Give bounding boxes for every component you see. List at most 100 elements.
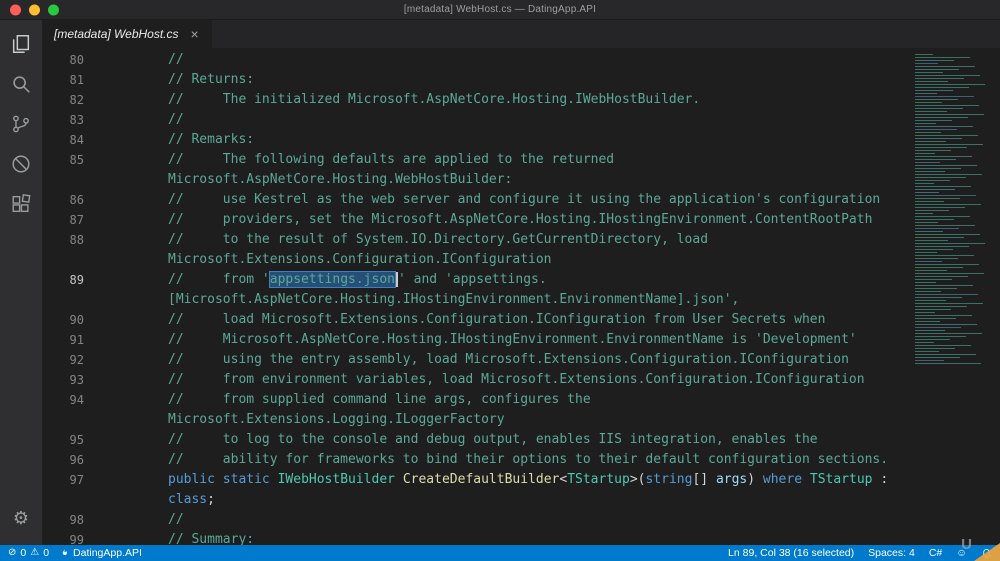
line-number[interactable]: 90 xyxy=(42,310,102,330)
code-row[interactable]: 86 // use Kestrel as the web server and c… xyxy=(42,190,905,210)
editor-area: 80 // 81 // Returns: 82 // The initialized Mi… xyxy=(42,48,1000,545)
problems-indicator[interactable]: ⊘ 0 ⚠ 0 xyxy=(8,547,49,559)
line-number[interactable]: 91 xyxy=(42,330,102,350)
code-line-text: // from 'appsettings.json ' and 'appsetti… xyxy=(168,272,547,287)
code-row[interactable]: [Microsoft.AspNetCore.Hosting.IHostingEn… xyxy=(42,290,905,310)
line-number[interactable]: 88 xyxy=(42,230,102,250)
code-row[interactable]: 98 // xyxy=(42,510,905,530)
line-number[interactable] xyxy=(42,410,102,430)
code-line-text: // use Kestrel as the web server and con… xyxy=(168,192,881,207)
tab-close-icon[interactable]: × xyxy=(191,27,199,41)
error-count: 0 xyxy=(20,547,27,559)
project-name: DatingApp.API xyxy=(73,547,142,559)
code-row[interactable]: 94 // from supplied command line args, co… xyxy=(42,390,905,410)
title-bar: [metadata] WebHost.cs — DatingApp.API xyxy=(0,0,1000,20)
code-row[interactable]: 97 public static IWebHostBuilder CreateDe… xyxy=(42,470,905,490)
code-line-text: // Returns: xyxy=(168,72,255,87)
code-row[interactable]: 87 // providers, set the Microsoft.AspNet… xyxy=(42,210,905,230)
source-control-icon[interactable] xyxy=(0,104,42,144)
code-row[interactable]: 88 // to the result of System.IO.Director… xyxy=(42,230,905,250)
minimap[interactable] xyxy=(905,48,1000,545)
line-number[interactable]: 96 xyxy=(42,450,102,470)
status-right: Ln 89, Col 38 (16 selected) Spaces: 4 C#… xyxy=(728,547,992,559)
line-number[interactable]: 98 xyxy=(42,510,102,530)
line-number[interactable] xyxy=(42,290,102,310)
vscode-window: [metadata] WebHost.cs — DatingApp.API ⚙ … xyxy=(0,0,1000,561)
code-row[interactable]: 84 // Remarks: xyxy=(42,130,905,150)
code-row[interactable]: Microsoft.Extensions.Logging.ILoggerFact… xyxy=(42,410,905,430)
line-number[interactable]: 80 xyxy=(42,50,102,70)
language-mode[interactable]: C# xyxy=(929,547,942,559)
code-line-text: // from supplied command line args, conf… xyxy=(168,392,591,407)
line-number[interactable]: 83 xyxy=(42,110,102,130)
code-line-text: Microsoft.Extensions.Configuration.IConf… xyxy=(168,252,552,267)
code-row[interactable]: Microsoft.Extensions.Configuration.IConf… xyxy=(42,250,905,270)
code-row[interactable]: 81 // Returns: xyxy=(42,70,905,90)
line-number[interactable]: 94 xyxy=(42,390,102,410)
warning-icon: ⚠ xyxy=(30,547,40,558)
close-window-button[interactable] xyxy=(10,4,21,15)
debug-icon[interactable] xyxy=(0,144,42,184)
code-line-text: // Microsoft.AspNetCore.Hosting.IHosting… xyxy=(168,332,857,347)
line-number[interactable] xyxy=(42,170,102,190)
code-row[interactable]: 80 // xyxy=(42,50,905,70)
line-number[interactable]: 81 xyxy=(42,70,102,90)
code-line-text: Microsoft.Extensions.Logging.ILoggerFact… xyxy=(168,412,505,427)
code-editor[interactable]: 80 // 81 // Returns: 82 // The initialized Mi… xyxy=(42,48,905,545)
line-number[interactable]: 86 xyxy=(42,190,102,210)
notifications-bell-icon[interactable] xyxy=(981,548,992,559)
code-row[interactable]: 92 // using the entry assembly, load Micr… xyxy=(42,350,905,370)
warning-count: 0 xyxy=(43,547,50,559)
feedback-smiley-icon[interactable]: ☺ xyxy=(956,547,967,559)
code-line-text: Microsoft.AspNetCore.Hosting.WebHostBuil… xyxy=(168,172,513,187)
code-line-text: // to the result of System.IO.Directory.… xyxy=(168,232,709,247)
line-number[interactable]: 93 xyxy=(42,370,102,390)
code-line-text: // xyxy=(168,512,184,527)
line-number[interactable]: 99 xyxy=(42,530,102,545)
code-row[interactable]: 82 // The initialized Microsoft.AspNetCor… xyxy=(42,90,905,110)
line-number[interactable]: 97 xyxy=(42,470,102,490)
maximize-window-button[interactable] xyxy=(48,4,59,15)
minimize-window-button[interactable] xyxy=(29,4,40,15)
indentation-setting[interactable]: Spaces: 4 xyxy=(868,547,915,559)
code-line-text: // ability for frameworks to bind their … xyxy=(168,452,889,467)
search-icon[interactable] xyxy=(0,64,42,104)
line-number[interactable]: 95 xyxy=(42,430,102,450)
code-line-text: // Summary: xyxy=(168,532,255,545)
code-row[interactable]: 85 // The following defaults are applied … xyxy=(42,150,905,170)
code-row[interactable]: 91 // Microsoft.AspNetCore.Hosting.IHosti… xyxy=(42,330,905,350)
line-number[interactable]: 87 xyxy=(42,210,102,230)
status-left: ⊘ 0 ⚠ 0 DatingApp.API xyxy=(8,547,142,559)
code-row[interactable]: class; xyxy=(42,490,905,510)
editor-rows: 80 // 81 // Returns: 82 // The initialized Mi… xyxy=(42,50,905,545)
code-row[interactable]: 83 // xyxy=(42,110,905,130)
code-row[interactable]: 95 // to log to the console and debug out… xyxy=(42,430,905,450)
line-number[interactable] xyxy=(42,250,102,270)
line-number[interactable]: 82 xyxy=(42,90,102,110)
flame-icon xyxy=(59,547,69,559)
line-number[interactable]: 84 xyxy=(42,130,102,150)
code-row[interactable]: Microsoft.AspNetCore.Hosting.WebHostBuil… xyxy=(42,170,905,190)
project-selector[interactable]: DatingApp.API xyxy=(59,547,142,559)
code-line-text: // The initialized Microsoft.AspNetCore.… xyxy=(168,92,701,107)
extensions-icon[interactable] xyxy=(0,184,42,224)
code-line-text: // from environment variables, load Micr… xyxy=(168,372,865,387)
tab-webhost[interactable]: [metadata] WebHost.cs × xyxy=(42,20,212,48)
line-number[interactable]: 89 xyxy=(42,270,102,290)
code-row[interactable]: 96 // ability for frameworks to bind thei… xyxy=(42,450,905,470)
line-number[interactable]: 92 xyxy=(42,350,102,370)
code-row[interactable]: 90 // load Microsoft.Extensions.Configura… xyxy=(42,310,905,330)
cursor-position[interactable]: Ln 89, Col 38 (16 selected) xyxy=(728,547,854,559)
workbench-body: ⚙ [metadata] WebHost.cs × 80 // 81 // Retur… xyxy=(0,20,1000,545)
code-row[interactable]: 93 // from environment variables, load Mi… xyxy=(42,370,905,390)
code-line-text: // load Microsoft.Extensions.Configurati… xyxy=(168,312,826,327)
code-line-text: // Remarks: xyxy=(168,132,255,147)
line-number[interactable]: 85 xyxy=(42,150,102,170)
explorer-icon[interactable] xyxy=(0,24,42,64)
editor-group: [metadata] WebHost.cs × 80 // 81 // Returns… xyxy=(42,20,1000,545)
line-number[interactable] xyxy=(42,490,102,510)
code-row[interactable]: 99 // Summary: xyxy=(42,530,905,545)
code-line-text: [Microsoft.AspNetCore.Hosting.IHostingEn… xyxy=(168,292,740,307)
code-row[interactable]: 89 // from 'appsettings.json ' and 'appset… xyxy=(42,270,905,290)
settings-gear-icon[interactable]: ⚙ xyxy=(13,501,29,535)
